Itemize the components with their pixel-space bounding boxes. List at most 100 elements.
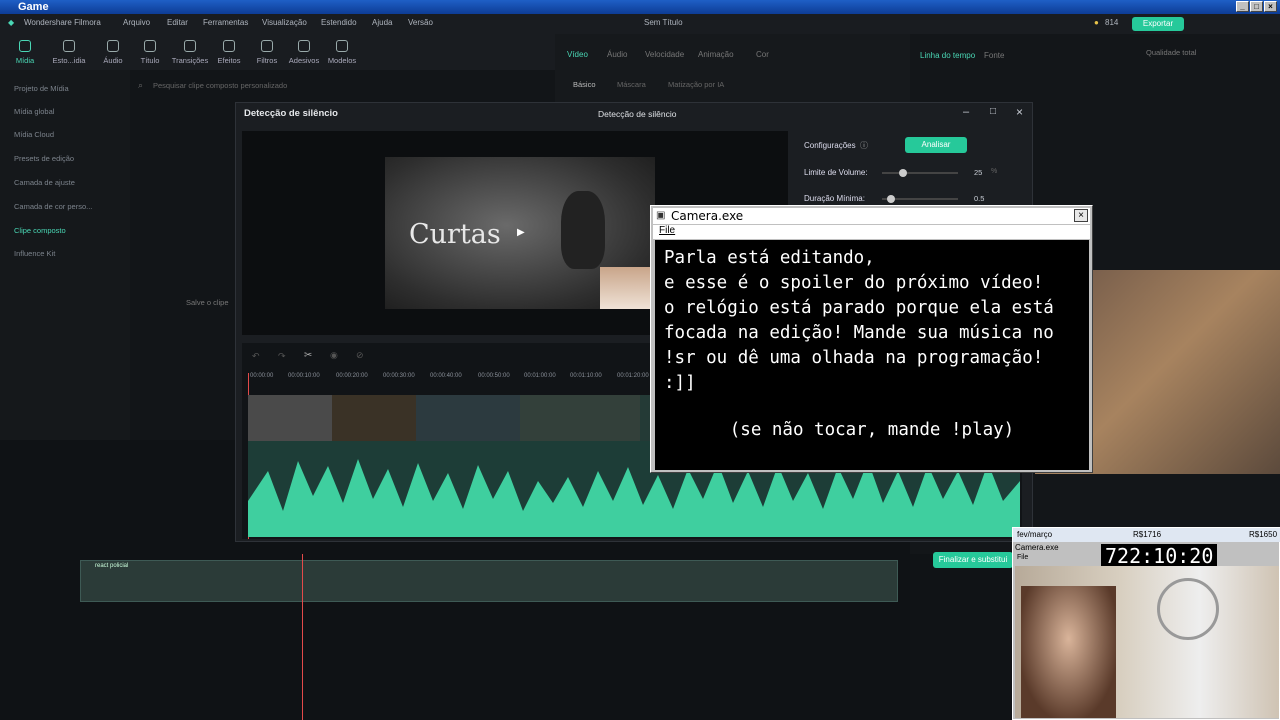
preview-title-text: Curtas [409,219,501,250]
tool-title[interactable]: Título [131,38,169,65]
facecam-inset [600,267,655,309]
dialog-maximize-button[interactable]: □ [990,106,996,117]
stock-icon [63,40,75,52]
maximize-button[interactable]: □ [1250,1,1263,12]
export-button[interactable]: Exportar [1132,17,1184,31]
quality-select[interactable]: Qualidade total [1146,48,1196,57]
tool-media[interactable]: Mídia [6,38,44,65]
camera-menu-file[interactable]: File [653,225,1090,239]
nav-project-media[interactable]: Projeto de Mídia [14,84,69,93]
subtab-basic[interactable]: Básico [573,80,596,89]
volume-limit-label: Limite de Volume: [804,168,868,177]
tool-stock-label: Esto...idia [52,56,86,65]
volume-value[interactable]: 25 [974,168,982,177]
playhead[interactable] [302,554,303,720]
volume-unit: % [991,168,998,175]
dialog-close-button[interactable]: × [1016,105,1023,119]
video-track-clip[interactable]: react policial [80,560,898,602]
tab-audio[interactable]: Áudio [607,50,627,59]
menu-versao[interactable]: Versão [408,18,433,27]
tool-audio[interactable]: Áudio [94,38,132,65]
scissors-icon[interactable]: ✂ [304,350,312,361]
stream-clock: 722:10:20 [1101,544,1218,568]
month-label: fev/março [1017,530,1053,539]
coin-count: 814 [1105,18,1119,27]
media-toolbar: Mídia Esto...idia Áudio Título Transiçõe… [0,34,555,70]
tab-video[interactable]: Vídeo [567,50,588,59]
nav-adjustment-layer[interactable]: Camada de ajuste [14,178,75,187]
redo-icon[interactable]: ↷ [278,351,286,362]
menu-editar[interactable]: Editar [167,18,188,27]
camera-window: Camera.exe ▣ × File Parla está editando,… [650,205,1093,473]
dialog-title: Detecção de silêncio [244,108,338,119]
document-title: Sem Título [644,18,683,27]
volume-slider[interactable] [882,172,958,174]
tab-source[interactable]: Fonte [984,51,1004,60]
save-clip-hint: Salve o clipe [186,298,229,307]
play-hint: (se não tocar, mande !play) [655,420,1089,440]
subtab-ai-matting[interactable]: Matização por IA [668,80,724,89]
fan-object [1157,578,1219,640]
tool-transitions[interactable]: Transições [171,38,209,65]
webcam-widget: fev/março R$1716 R$1650 Camera.exe File … [1012,527,1280,720]
duration-slider-handle[interactable] [887,195,895,203]
tab-animation[interactable]: Animação [698,50,734,59]
volume-slider-handle[interactable] [899,169,907,177]
clip-thumb [248,395,332,441]
ruler-tick: 00:01:00:00 [524,373,556,379]
tool-stickers[interactable]: Adesivos [285,38,323,65]
menu-arquivo[interactable]: Arquivo [123,18,150,27]
duration-value[interactable]: 0.5 [974,194,984,203]
help-icon[interactable]: ⓘ [860,140,868,151]
minimize-button[interactable]: _ [1236,1,1249,12]
search-icon: ⌕ [138,80,144,90]
tool-effects[interactable]: Efeitos [210,38,248,65]
tool-filters[interactable]: Filtros [248,38,286,65]
camera-close-button[interactable]: × [1074,209,1088,222]
tool-effects-label: Efeitos [217,56,241,65]
hide-icon[interactable]: ⊘ [356,350,364,361]
tool-stock[interactable]: Esto...idia [50,38,88,65]
tool-templates[interactable]: Modelos [323,38,361,65]
analyze-button[interactable]: Analisar [905,137,967,153]
nav-color-layer[interactable]: Camada de cor perso... [14,202,92,211]
text-icon [144,40,156,52]
tab-speed[interactable]: Velocidade [645,50,684,59]
search-input[interactable]: Pesquisar clipe composto personalizado [153,81,287,90]
menu-ajuda[interactable]: Ajuda [372,18,392,27]
nav-cloud-media[interactable]: Mídia Cloud [14,130,54,139]
app-name: Wondershare Filmora [24,18,101,27]
menu-ferramentas[interactable]: Ferramentas [203,18,248,27]
ruler-tick: 00:00:00 [250,373,274,379]
camera-screen: Parla está editando, e esse é o spoiler … [655,240,1089,470]
camera-app-icon: ▣ [656,210,666,221]
left-nav: Projeto de Mídia Mídia global Mídia Clou… [0,70,130,440]
undo-icon[interactable]: ↶ [252,351,260,362]
ruler-tick: 00:01:20:00 [617,373,649,379]
tool-audio-label: Áudio [103,56,123,65]
ruler-tick: 00:00:30:00 [383,373,415,379]
ruler-tick: 00:00:50:00 [478,373,510,379]
close-button[interactable]: × [1264,1,1277,12]
tool-transitions-label: Transições [171,56,209,65]
finish-replace-button[interactable]: Finalizar e substitui [933,552,1013,568]
nav-edit-presets[interactable]: Presets de edição [14,154,74,163]
filmora-logo-icon: ◆ [8,18,15,27]
overlay-message: Parla está editando, e esse é o spoiler … [664,248,1054,393]
dialog-minimize-button[interactable]: – [963,106,969,118]
menu-visualizacao[interactable]: Visualização [262,18,307,27]
nav-global-media[interactable]: Mídia global [14,107,54,116]
menu-estendido[interactable]: Estendido [321,18,357,27]
tool-filters-label: Filtros [256,56,278,65]
play-icon: ▶ [517,227,525,238]
webcam-menu-file[interactable]: File [1017,554,1028,561]
eye-icon[interactable]: ◉ [330,350,338,361]
nav-compound-clip[interactable]: Clipe composto [14,226,66,235]
template-icon [336,40,348,52]
tab-timeline[interactable]: Linha do tempo [920,51,975,60]
game-title: Game [18,1,49,13]
subtab-mask[interactable]: Máscara [617,80,646,89]
nav-influence-kit[interactable]: Influence Kit [14,249,55,258]
camera-window-title: Camera.exe [653,208,1090,224]
tab-color[interactable]: Cor [756,50,769,59]
